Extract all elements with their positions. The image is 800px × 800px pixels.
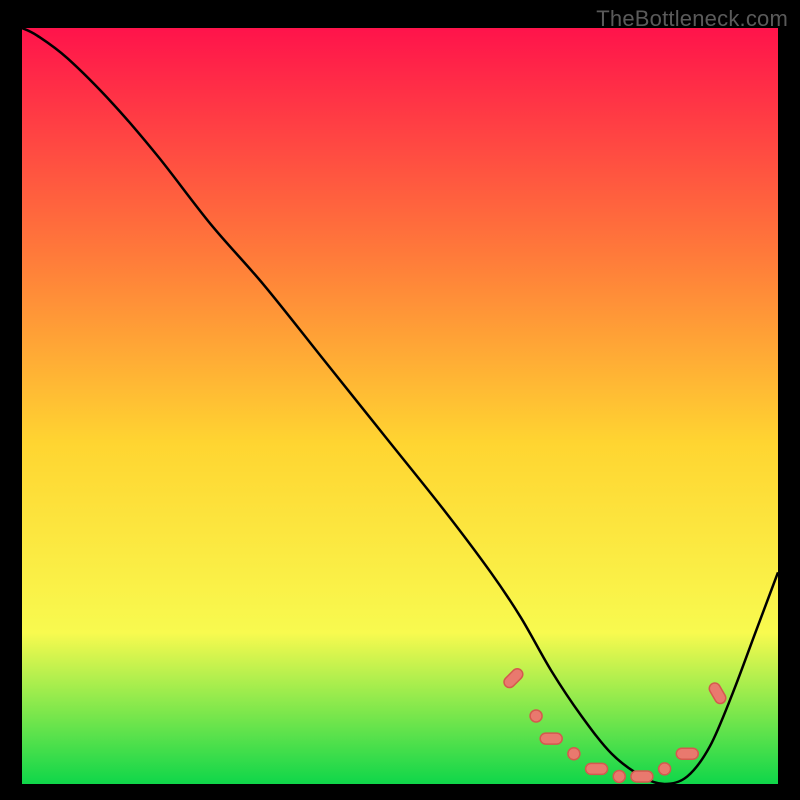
curve-marker [586,763,608,774]
curve-marker [659,763,671,775]
chart-svg [22,28,778,784]
plot-area [22,28,778,784]
curve-marker [568,748,580,760]
curve-marker [540,733,562,744]
chart-frame: TheBottleneck.com [0,0,800,800]
curve-marker [613,770,625,782]
curve-marker [631,771,653,782]
gradient-background [22,28,778,784]
curve-marker [676,748,698,759]
curve-marker [530,710,542,722]
